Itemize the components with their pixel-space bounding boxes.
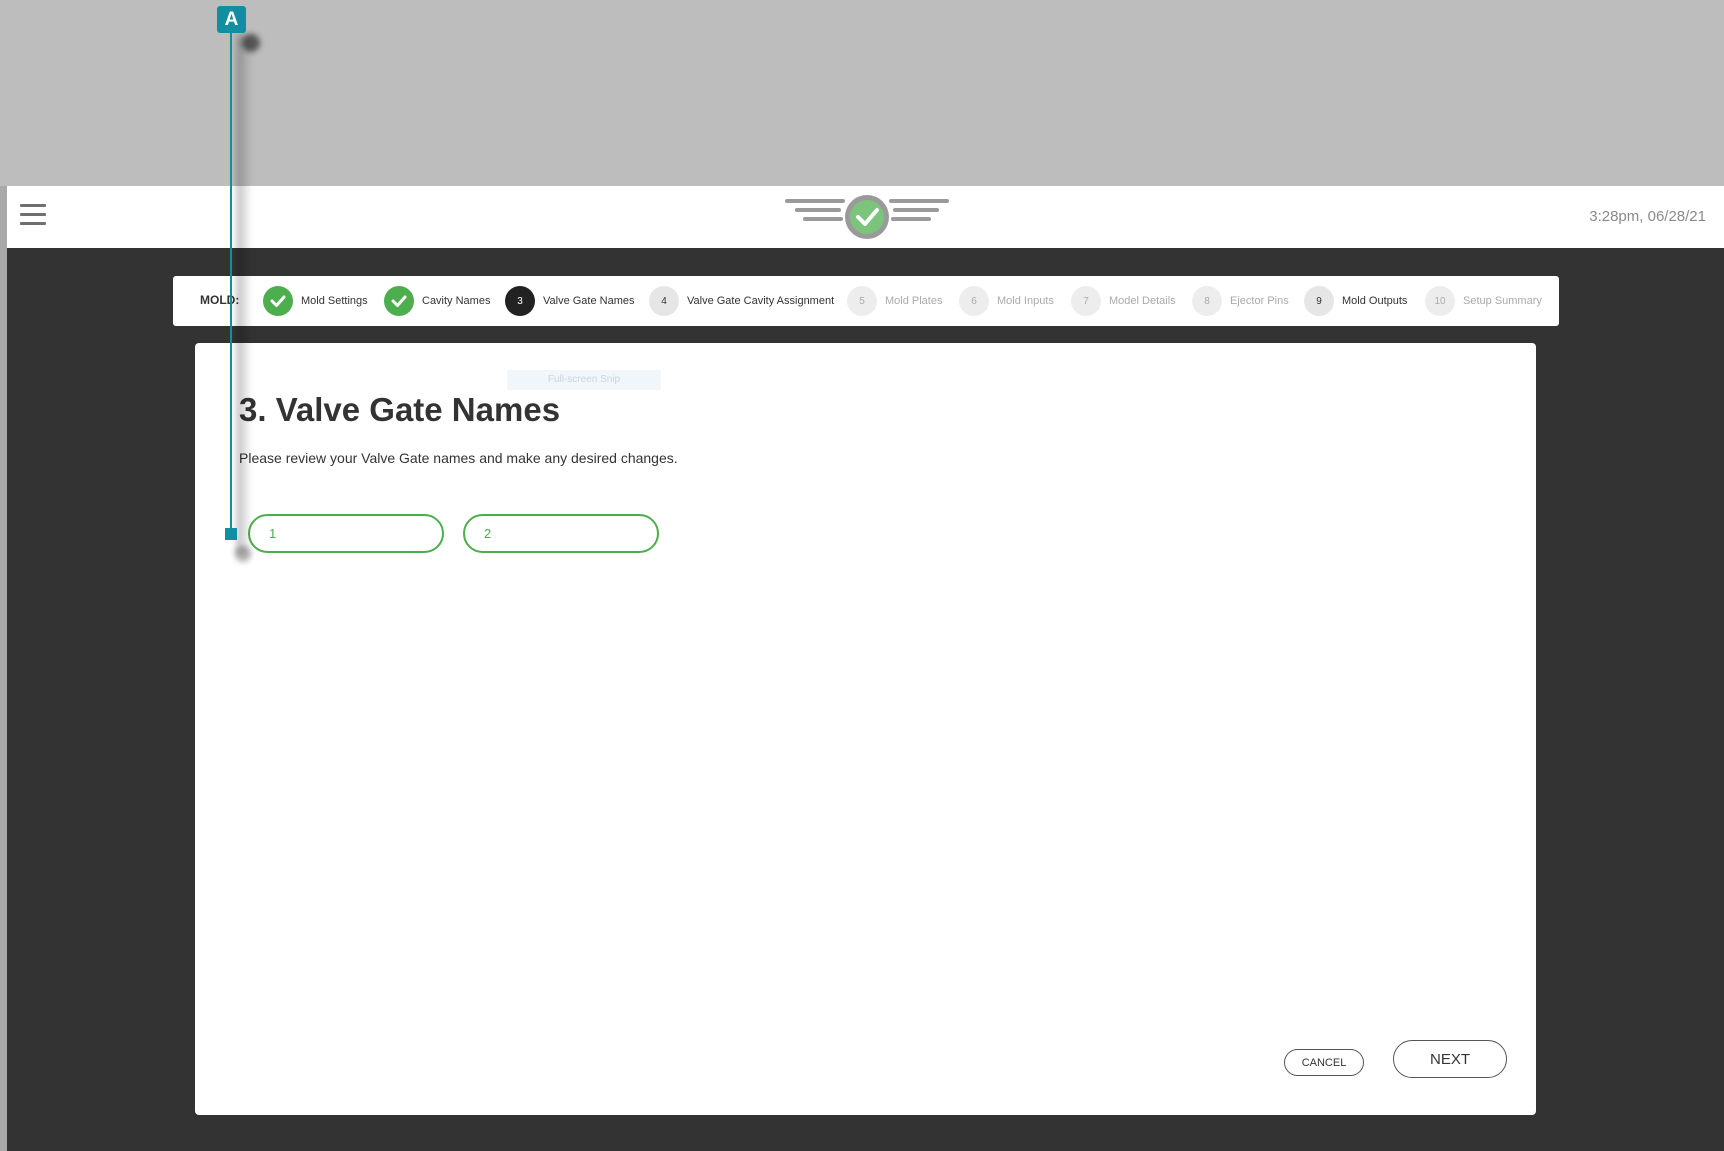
- step-label: Mold Settings: [301, 295, 368, 307]
- step-number: 6: [959, 286, 989, 316]
- hamburger-menu-icon[interactable]: [20, 204, 46, 228]
- step-valve-gate-names[interactable]: 3 Valve Gate Names: [505, 286, 635, 316]
- step-number: 7: [1071, 286, 1101, 316]
- step-label: Mold Plates: [885, 295, 943, 307]
- step-number: 8: [1192, 286, 1222, 316]
- step-label: Valve Gate Cavity Assignment: [687, 295, 835, 307]
- step-valve-gate-cavity-assignment[interactable]: 4 Valve Gate Cavity Assignment: [649, 286, 834, 316]
- next-button[interactable]: NEXT: [1393, 1040, 1507, 1078]
- valve-gate-names-card: Full-screen Snip 3. Valve Gate Names Ple…: [195, 343, 1536, 1115]
- callout-shadow: [236, 34, 252, 554]
- step-mold-plates[interactable]: 5 Mold Plates: [847, 286, 942, 316]
- app-logo: [785, 195, 949, 239]
- step-label: Valve Gate Names: [543, 295, 635, 307]
- clock-timestamp: 3:28pm, 06/28/21: [1589, 208, 1706, 225]
- step-model-details[interactable]: 7 Model Details: [1071, 286, 1176, 316]
- step-mold-outputs[interactable]: 9 Mold Outputs: [1304, 286, 1407, 316]
- check-icon: [384, 286, 414, 316]
- app-window: 3:28pm, 06/28/21 MOLD: Mold Settings Cav…: [7, 186, 1724, 1151]
- step-number: 10: [1425, 286, 1455, 316]
- callout-line: [230, 30, 232, 532]
- callout-badge: A: [217, 6, 246, 33]
- step-number: 5: [847, 286, 877, 316]
- check-icon: [263, 286, 293, 316]
- stepper-prefix: MOLD:: [200, 293, 240, 307]
- callout-shadow-dot: [235, 546, 251, 562]
- step-label: Model Details: [1109, 295, 1176, 307]
- step-number: 9: [1304, 286, 1334, 316]
- setup-stepper: MOLD: Mold Settings Cavity Names 3 Valve…: [173, 276, 1559, 326]
- step-label: Mold Inputs: [997, 295, 1054, 307]
- step-mold-settings[interactable]: Mold Settings: [263, 286, 368, 316]
- cancel-button[interactable]: CANCEL: [1284, 1049, 1364, 1076]
- top-bar: 3:28pm, 06/28/21: [7, 186, 1724, 248]
- step-cavity-names[interactable]: Cavity Names: [384, 286, 490, 316]
- step-label: Setup Summary: [1463, 295, 1542, 307]
- step-ejector-pins[interactable]: 8 Ejector Pins: [1192, 286, 1289, 316]
- step-number: 4: [649, 286, 679, 316]
- snip-overlay-label: Full-screen Snip: [507, 370, 661, 390]
- page-description: Please review your Valve Gate names and …: [239, 450, 678, 466]
- step-mold-inputs[interactable]: 6 Mold Inputs: [959, 286, 1054, 316]
- step-setup-summary[interactable]: 10 Setup Summary: [1425, 286, 1542, 316]
- step-label: Ejector Pins: [1230, 295, 1289, 307]
- page-title: 3. Valve Gate Names: [239, 391, 561, 428]
- step-number: 3: [505, 286, 535, 316]
- window-edge: [0, 186, 7, 1151]
- valve-gate-name-input-1[interactable]: [248, 514, 444, 553]
- step-label: Cavity Names: [422, 295, 491, 307]
- valve-gate-name-input-2[interactable]: [463, 514, 659, 553]
- callout-endpoint: [225, 528, 237, 540]
- callout-shadow-dot: [242, 34, 260, 52]
- step-label: Mold Outputs: [1342, 295, 1408, 307]
